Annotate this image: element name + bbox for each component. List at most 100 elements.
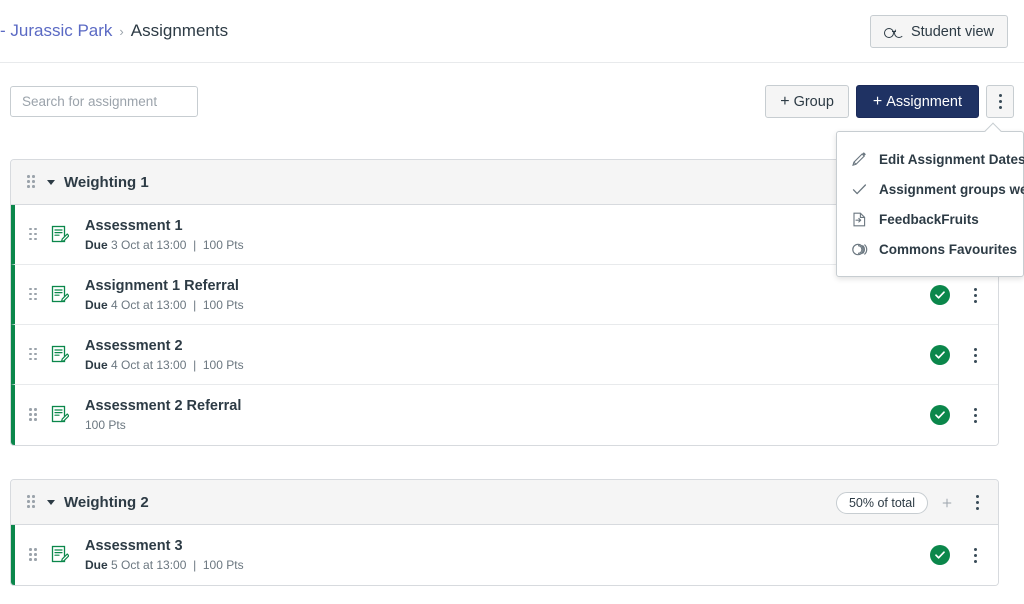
due-label: Due bbox=[85, 558, 108, 572]
points-value: 100 Pts bbox=[202, 357, 244, 372]
group-actions: 50% of total bbox=[835, 480, 988, 525]
menu-item-assignment-groups-weight[interactable]: Assignment groups weight bbox=[837, 174, 1024, 204]
plus-icon: + bbox=[872, 92, 883, 110]
assignment-icon bbox=[51, 285, 69, 302]
assignment-title[interactable]: Assessment 2 bbox=[85, 338, 244, 355]
breadcrumb-course-link[interactable]: - Jurassic Park bbox=[0, 21, 112, 40]
eyeglasses-icon bbox=[883, 26, 904, 38]
menu-item-label: FeedbackFruits bbox=[879, 211, 979, 227]
drag-handle-icon[interactable] bbox=[29, 287, 39, 302]
points-value: 100 Pts bbox=[202, 297, 244, 312]
menu-item-edit-assignment-dates[interactable]: Edit Assignment Dates bbox=[837, 144, 1024, 174]
due-value: 4 Oct at 13:00 bbox=[111, 357, 187, 372]
due-value: 3 Oct at 13:00 bbox=[111, 237, 187, 252]
due-value: 5 Oct at 13:00 bbox=[111, 558, 187, 572]
assignment-title[interactable]: Assessment 2 Referral bbox=[85, 398, 241, 415]
assignment-row-actions bbox=[930, 385, 986, 445]
assignment-title[interactable]: Assessment 1 bbox=[85, 218, 244, 235]
kebab-menu-icon bbox=[973, 287, 977, 303]
page-header: - Jurassic Park › Assignments Student view bbox=[0, 0, 1024, 63]
assignments-page: - Jurassic Park › Assignments Student view… bbox=[0, 0, 1024, 604]
points-value: 100 Pts bbox=[202, 558, 244, 572]
assignment-icon bbox=[51, 405, 69, 423]
plus-icon bbox=[942, 498, 952, 507]
pencil-icon bbox=[852, 151, 866, 166]
due-label: Due bbox=[85, 357, 108, 372]
assignment-row[interactable]: Assessment 2 Due 4 Oct at 13:00 | 100 Pt… bbox=[11, 325, 998, 385]
assignment-info: Assessment 2 Due 4 Oct at 13:00 | 100 Pt… bbox=[85, 338, 244, 372]
kebab-menu-icon bbox=[998, 94, 1002, 109]
group-title: Weighting 1 bbox=[64, 173, 149, 191]
published-status-icon[interactable] bbox=[930, 345, 950, 365]
kebab-menu-icon bbox=[973, 407, 977, 423]
assignment-options-button[interactable] bbox=[964, 344, 986, 366]
published-status-icon[interactable] bbox=[930, 285, 950, 305]
kebab-menu-icon bbox=[973, 347, 977, 363]
search-input[interactable] bbox=[10, 86, 198, 117]
assignment-options-button[interactable] bbox=[964, 544, 986, 566]
group-title: Weighting 2 bbox=[64, 493, 149, 511]
assignment-meta: Due 4 Oct at 13:00 | 100 Pts bbox=[85, 358, 244, 372]
assignment-row-actions bbox=[930, 525, 986, 585]
assignment-info: Assessment 3 Due 5 Oct at 13:00 | 100 Pt… bbox=[85, 538, 244, 572]
assignment-info: Assessment 1 Due 3 Oct at 13:00 | 100 Pt… bbox=[85, 218, 244, 252]
commons-icon bbox=[852, 243, 868, 255]
meta-separator: | bbox=[193, 237, 197, 252]
drag-handle-icon[interactable] bbox=[27, 175, 37, 189]
drag-handle-icon[interactable] bbox=[29, 227, 39, 242]
page-title: Assignments bbox=[130, 21, 229, 40]
assignment-meta: Due 4 Oct at 13:00 | 100 Pts bbox=[85, 298, 244, 312]
assignment-info: Assessment 2 Referral 100 Pts bbox=[85, 398, 241, 432]
menu-item-label: Edit Assignment Dates bbox=[879, 151, 1024, 167]
published-status-icon[interactable] bbox=[930, 405, 950, 425]
meta-separator: | bbox=[193, 558, 197, 572]
assignment-row-actions bbox=[930, 325, 986, 385]
add-assignment-button[interactable]: + Assignment bbox=[855, 85, 979, 118]
assignments-options-button[interactable] bbox=[986, 85, 1014, 118]
chevron-down-icon[interactable] bbox=[47, 179, 55, 185]
assignments-toolbar: + Group + Assignment bbox=[0, 63, 1024, 127]
assignment-options-button[interactable] bbox=[964, 404, 986, 426]
toolbar-actions: + Group + Assignment bbox=[765, 85, 1014, 118]
due-value: 4 Oct at 13:00 bbox=[111, 297, 187, 312]
drag-handle-icon[interactable] bbox=[27, 495, 37, 509]
add-assignment-to-group-button[interactable] bbox=[936, 492, 958, 514]
chevron-down-icon[interactable] bbox=[47, 499, 55, 505]
student-view-label: Student view bbox=[910, 23, 994, 40]
menu-item-label: Commons Favourites bbox=[879, 241, 1018, 257]
due-label: Due bbox=[85, 297, 108, 312]
assignment-row[interactable]: Assessment 3 Due 5 Oct at 13:00 | 100 Pt… bbox=[11, 525, 998, 585]
drag-handle-icon[interactable] bbox=[29, 408, 39, 422]
assignment-options-button[interactable] bbox=[964, 284, 986, 306]
points-value: 100 Pts bbox=[85, 418, 126, 432]
group-weight-badge: 50% of total bbox=[835, 491, 928, 514]
assignment-icon bbox=[51, 545, 69, 563]
meta-separator: | bbox=[193, 357, 197, 372]
lti-export-icon bbox=[853, 212, 866, 226]
add-group-button[interactable]: + Group bbox=[765, 85, 849, 118]
published-status-icon[interactable] bbox=[930, 545, 950, 565]
group-header: Weighting 2 50% of total bbox=[11, 480, 998, 525]
menu-item-commons-favourites[interactable]: Commons Favourites bbox=[837, 234, 1023, 264]
drag-handle-icon[interactable] bbox=[29, 347, 39, 362]
assignment-title[interactable]: Assessment 3 bbox=[85, 538, 244, 555]
assignment-row[interactable]: Assessment 2 Referral 100 Pts bbox=[11, 385, 998, 445]
drag-handle-icon[interactable] bbox=[29, 548, 39, 562]
check-icon bbox=[852, 183, 867, 194]
assignment-info: Assignment 1 Referral Due 4 Oct at 13:00… bbox=[85, 278, 244, 312]
menu-item-label: Assignment groups weight bbox=[879, 181, 1024, 197]
assignment-meta: Due 3 Oct at 13:00 | 100 Pts bbox=[85, 238, 244, 252]
student-view-button[interactable]: Student view bbox=[869, 15, 1008, 48]
add-group-label: Group bbox=[793, 93, 834, 110]
kebab-menu-icon bbox=[975, 495, 979, 510]
menu-item-feedbackfruits[interactable]: FeedbackFruits bbox=[837, 204, 1023, 234]
add-assignment-label: Assignment bbox=[886, 93, 962, 110]
assignment-title[interactable]: Assignment 1 Referral bbox=[85, 278, 244, 295]
kebab-menu-icon bbox=[973, 547, 977, 563]
breadcrumb: - Jurassic Park › Assignments bbox=[0, 19, 228, 44]
breadcrumb-separator: › bbox=[119, 24, 124, 39]
assignment-icon bbox=[51, 345, 69, 362]
points-value: 100 Pts bbox=[202, 237, 244, 252]
group-options-button[interactable] bbox=[966, 492, 988, 514]
assignment-icon bbox=[51, 225, 69, 242]
